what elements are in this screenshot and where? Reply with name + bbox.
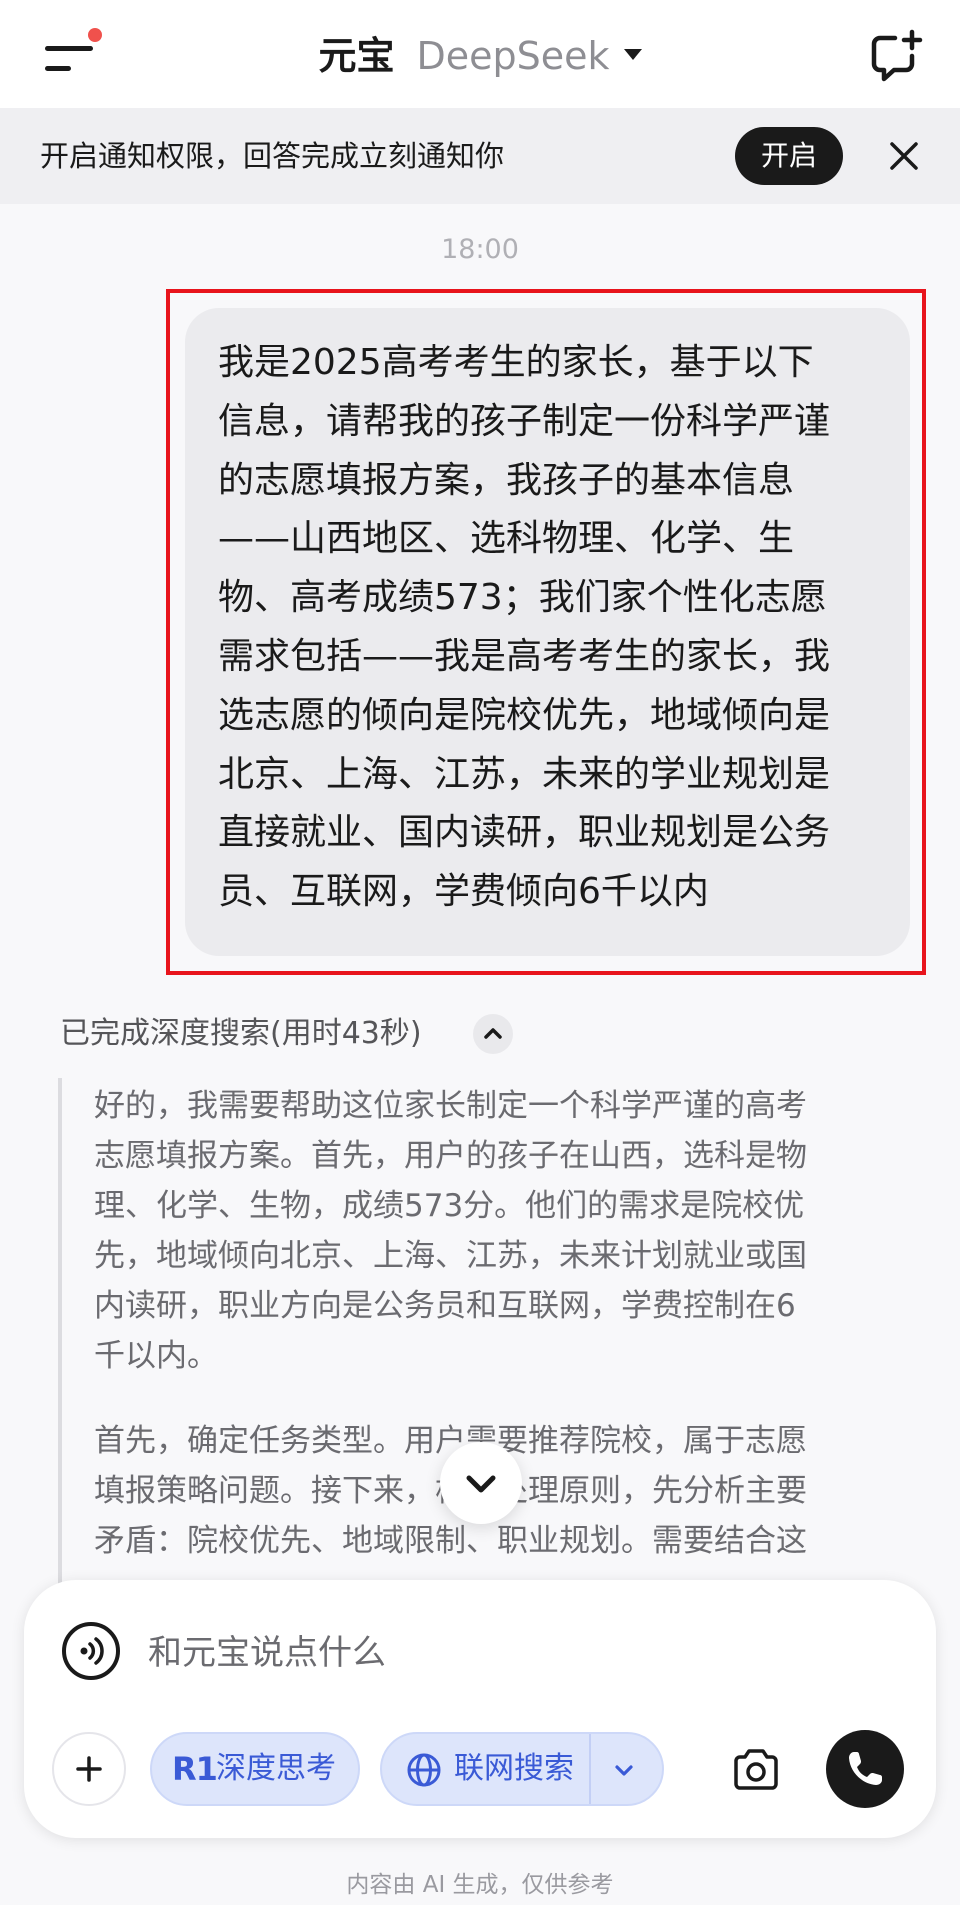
message-line: 我是2025高考考生的家长，基于以下 <box>218 342 814 383</box>
caret-down-icon <box>623 49 642 60</box>
app-title: 元宝 <box>318 34 395 78</box>
web-search-toggle[interactable]: 联网搜索 <box>380 1732 664 1806</box>
message-line: 信息，请帮我的孩子制定一份科学严谨 <box>218 400 831 442</box>
message-timestamp: 18:00 <box>441 234 519 265</box>
top-bar: 元宝 DeepSeek <box>0 0 960 108</box>
deep-think-label: 深度思考 <box>216 1751 336 1786</box>
search-status: 已完成深度搜索(用时43秒) <box>60 1016 422 1051</box>
close-icon[interactable] <box>884 136 924 176</box>
add-attachment-button[interactable] <box>52 1732 126 1806</box>
globe-icon <box>407 1753 441 1787</box>
model-selector[interactable]: 元宝 DeepSeek <box>0 28 960 84</box>
chevron-down-icon <box>466 1475 496 1493</box>
message-line: 物、高考成绩573；我们家个性化志愿 <box>218 577 827 619</box>
user-message-bubble[interactable]: 我是2025高考考生的家长，基于以下 信息，请帮我的孩子制定一份科学严谨 的志愿… <box>185 308 910 956</box>
deep-think-toggle[interactable]: R1 深度思考 <box>150 1732 360 1806</box>
thinking-divider <box>58 1078 62 1588</box>
web-search-label: 联网搜索 <box>454 1751 574 1786</box>
ai-disclaimer: 内容由 AI 生成，仅供参考 <box>346 1872 614 1898</box>
thinking-paragraph: 好的，我需要帮助这位家长制定一个科学严谨的高考 志愿填报方案。首先，用户的孩子在… <box>94 1081 884 1381</box>
notification-banner: 开启通知权限，回答完成立刻通知你 开启 <box>0 108 960 204</box>
message-line: 的志愿填报方案，我孩子的基本信息 <box>218 459 795 501</box>
camera-icon[interactable] <box>730 1744 782 1796</box>
plus-icon <box>76 1756 102 1782</box>
message-line: 需求包括——我是高考考生的家长，我 <box>218 635 831 677</box>
r1-badge: R1 <box>172 1750 218 1788</box>
chevron-up-icon[interactable] <box>473 1014 513 1054</box>
enable-notification-button[interactable]: 开启 <box>735 127 843 185</box>
voice-call-button[interactable] <box>826 1730 904 1808</box>
message-input[interactable] <box>146 1624 790 1682</box>
thinking-line: 理、化学、生物，成绩573分。他们的需求是院校优 <box>94 1188 805 1224</box>
pill-divider <box>589 1734 591 1804</box>
chevron-down-icon[interactable] <box>610 1756 638 1784</box>
scroll-to-bottom-button[interactable] <box>440 1442 522 1524</box>
model-name: DeepSeek <box>416 34 610 78</box>
thinking-line: 先，地域倾向北京、上海、江苏，未来计划就业或国 <box>94 1238 807 1274</box>
message-line: ——山西地区、选科物理、化学、生 <box>218 518 795 560</box>
voice-icon[interactable] <box>60 1620 122 1682</box>
thinking-line: 志愿填报方案。首先，用户的孩子在山西，选科是物 <box>94 1138 807 1174</box>
thinking-line: 内读研，职业方向是公务员和互联网，学费控制在6 <box>94 1288 796 1324</box>
message-line: 选志愿的倾向是院校优先，地域倾向是 <box>218 694 831 736</box>
phone-icon <box>849 1752 882 1785</box>
thinking-line: 好的，我需要帮助这位家长制定一个科学严谨的高考 <box>94 1088 807 1124</box>
message-line: 员、互联网，学费倾向6千以内 <box>218 871 709 913</box>
message-line: 直接就业、国内读研，职业规划是公务 <box>218 812 831 854</box>
new-chat-icon[interactable] <box>868 28 924 84</box>
notification-text: 开启通知权限，回答完成立刻通知你 <box>40 139 505 173</box>
thinking-line: 千以内。 <box>94 1338 218 1374</box>
message-line: 北京、上海、江苏，未来的学业规划是 <box>218 753 831 795</box>
composer: R1 深度思考 联网搜索 <box>24 1580 936 1838</box>
